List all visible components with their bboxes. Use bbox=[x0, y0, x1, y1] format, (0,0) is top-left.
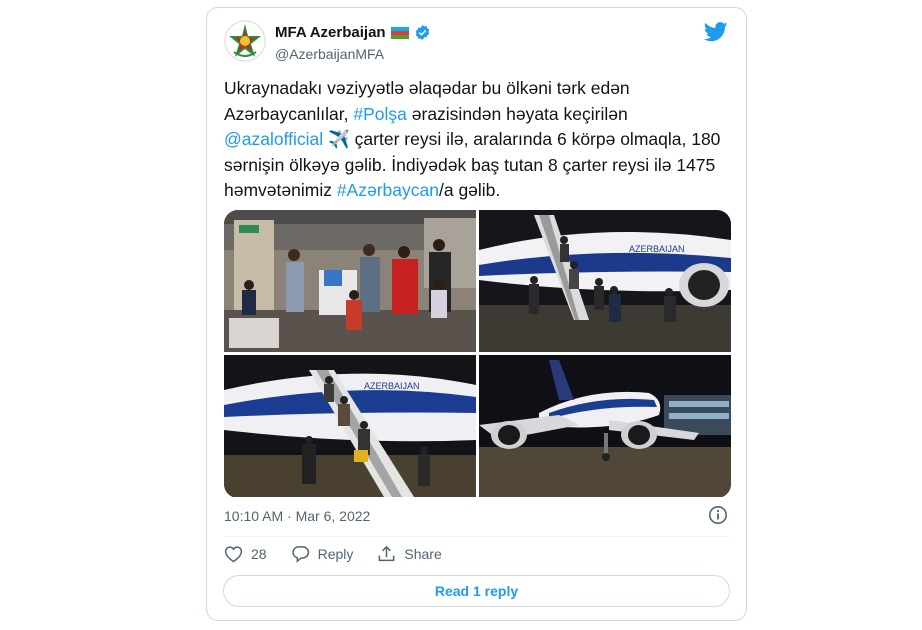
info-icon[interactable] bbox=[708, 505, 728, 525]
media-grid: AZERBAIJAN AZERBAIJAN bbox=[224, 210, 731, 498]
account-handle[interactable]: @AzerbaijanMFA bbox=[275, 46, 384, 62]
avatar[interactable] bbox=[224, 20, 266, 62]
tweet-timestamp[interactable]: 10:10 AM · Mar 6, 2022 bbox=[224, 508, 370, 524]
read-reply-button[interactable]: Read 1 reply bbox=[223, 575, 730, 607]
azerbaijan-flag-icon bbox=[390, 26, 409, 39]
tweet-card: MFA Azerbaijan @AzerbaijanMFA Ukraynadak… bbox=[206, 7, 747, 621]
share-icon bbox=[378, 545, 395, 562]
like-button[interactable]: 28 bbox=[224, 545, 267, 563]
aircraft-stairs-night-photo[interactable]: AZERBAIJAN bbox=[479, 210, 731, 352]
tweet-actions: 28 Reply Share bbox=[224, 545, 466, 563]
mfa-emblem-icon bbox=[224, 20, 266, 62]
share-button[interactable]: Share bbox=[377, 545, 442, 563]
like-count: 28 bbox=[251, 546, 267, 562]
hashtag-azerbaycan-link[interactable]: #Azərbaycan bbox=[337, 180, 439, 200]
airport-terminal-passengers-photo[interactable] bbox=[224, 210, 476, 352]
divider bbox=[224, 536, 729, 537]
share-label: Share bbox=[404, 546, 442, 562]
tweet-text-segment: /a gəlib. bbox=[438, 180, 501, 200]
svg-text:AZERBAIJAN: AZERBAIJAN bbox=[364, 381, 420, 391]
reply-label: Reply bbox=[317, 546, 354, 562]
reply-icon bbox=[291, 546, 309, 563]
tweet-text: Ukraynadakı vəziyyətlə əlaqədar bu ölkən… bbox=[224, 76, 729, 204]
verified-badge-icon bbox=[415, 25, 429, 40]
boarding-stairs-passengers-photo[interactable]: AZERBAIJAN bbox=[224, 355, 476, 497]
tweet-text-segment: ərazisindən həyata keçirilən bbox=[406, 103, 628, 124]
aircraft-front-view-photo[interactable] bbox=[479, 355, 731, 497]
hashtag-polsa-link[interactable]: #Polşa bbox=[353, 104, 407, 124]
mention-azalofficial-link[interactable]: @azalofficial bbox=[224, 129, 323, 149]
reply-button[interactable]: Reply bbox=[291, 545, 354, 563]
display-name[interactable]: MFA Azerbaijan bbox=[275, 24, 386, 41]
heart-icon bbox=[224, 546, 243, 563]
twitter-logo-icon[interactable] bbox=[704, 22, 728, 42]
svg-text:AZERBAIJAN: AZERBAIJAN bbox=[629, 244, 685, 254]
